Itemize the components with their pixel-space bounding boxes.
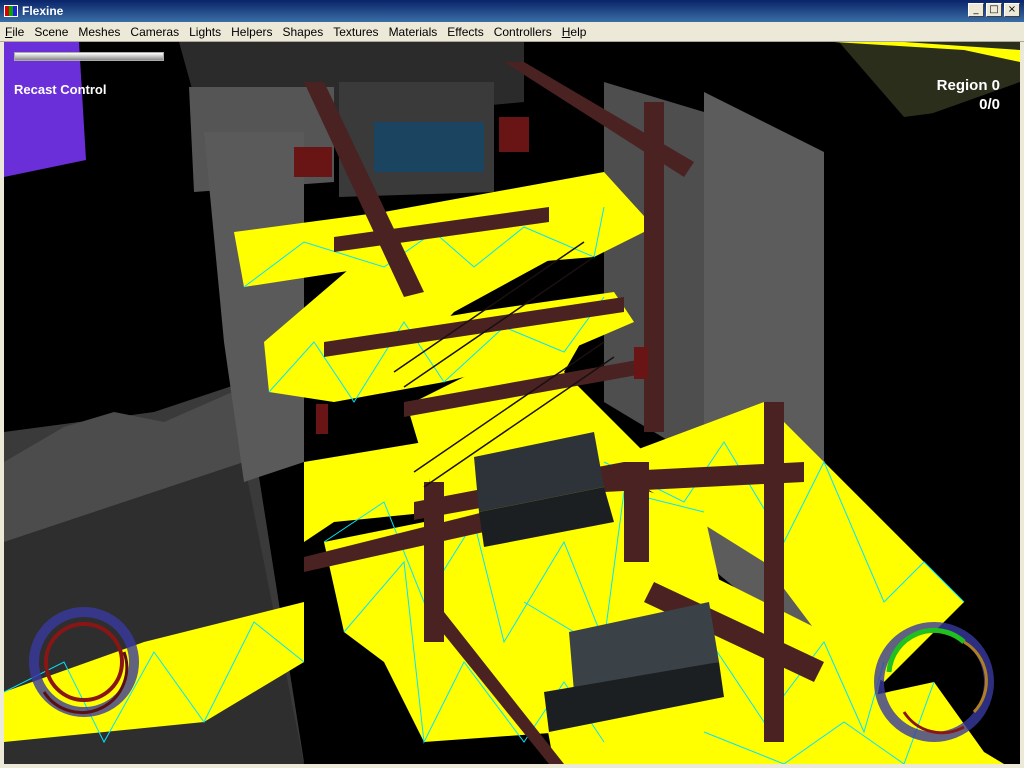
window-controls: _ □ × [968,3,1020,17]
progress-bar [14,52,164,61]
window-title: Flexine [22,4,64,18]
window-bottom-border [0,764,1024,768]
menu-cameras[interactable]: Cameras [125,25,184,39]
menu-effects[interactable]: Effects [442,25,488,39]
region-count: 0/0 [979,96,1000,113]
maximize-button[interactable]: □ [986,3,1002,17]
menu-materials[interactable]: Materials [384,25,443,39]
menu-file[interactable]: File [0,25,29,39]
scene-render [4,42,1020,764]
app-icon [4,5,18,17]
menu-meshes[interactable]: Meshes [73,25,125,39]
minimize-button[interactable]: _ [968,3,984,17]
sky-patch [4,42,86,177]
menu-bar: File Scene Meshes Cameras Lights Helpers… [0,22,1024,42]
menu-helpers[interactable]: Helpers [226,25,277,39]
3d-viewport[interactable]: Recast Control Region 0 0/0 [4,42,1020,764]
menu-textures[interactable]: Textures [328,25,383,39]
region-label: Region 0 [936,77,1000,94]
title-bar[interactable]: Flexine _ □ × [0,0,1024,22]
close-button[interactable]: × [1004,3,1020,17]
menu-lights[interactable]: Lights [184,25,226,39]
recast-control-label: Recast Control [14,82,107,97]
menu-controllers[interactable]: Controllers [489,25,557,39]
menu-shapes[interactable]: Shapes [278,25,329,39]
menu-help[interactable]: Help [557,25,592,39]
menu-scene[interactable]: Scene [29,25,73,39]
